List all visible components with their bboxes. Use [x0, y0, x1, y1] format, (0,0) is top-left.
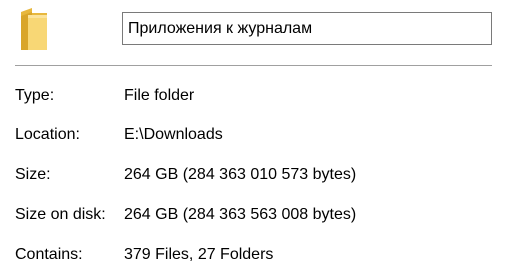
contains-value: 379 Files, 27 Folders	[124, 246, 274, 263]
property-row-contains: Contains: 379 Files, 27 Folders	[0, 244, 508, 266]
folder-icon	[21, 8, 47, 50]
size-label: Size:	[15, 166, 51, 183]
contains-label: Contains:	[15, 246, 83, 263]
size-on-disk-value: 264 GB (284 363 563 008 bytes)	[124, 206, 357, 223]
location-label: Location:	[15, 126, 80, 143]
type-label: Type:	[15, 87, 55, 104]
property-row-size-on-disk: Size on disk: 264 GB (284 363 563 008 by…	[0, 204, 508, 226]
size-value: 264 GB (284 363 010 573 bytes)	[124, 166, 357, 183]
location-value: E:\Downloads	[124, 126, 223, 143]
property-row-size: Size: 264 GB (284 363 010 573 bytes)	[0, 164, 508, 186]
divider	[15, 65, 492, 66]
folder-name-input[interactable]	[122, 12, 492, 45]
property-row-location: Location: E:\Downloads	[0, 124, 508, 146]
size-on-disk-label: Size on disk:	[15, 206, 106, 223]
type-value: File folder	[124, 87, 195, 104]
property-row-type: Type: File folder	[0, 85, 508, 107]
